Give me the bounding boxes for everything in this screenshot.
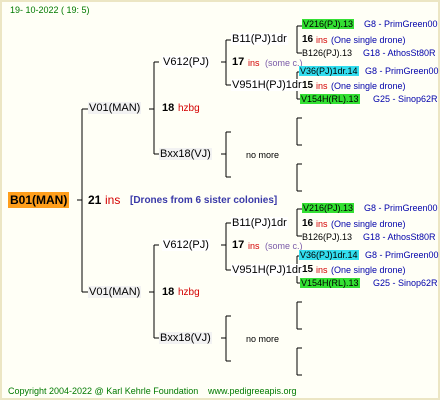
generated-date: 19- 10-2022 ( 19: 5) (10, 5, 90, 15)
footer-site-link[interactable]: www.pedigreeapis.org (208, 386, 297, 396)
top-gq-c1: V216(PJ).13 (302, 19, 355, 29)
bottom-drone-more: no more (246, 334, 280, 344)
top-gq-c2: B126(PJ).13 (302, 48, 353, 58)
root-count: 21 (88, 193, 102, 207)
top-gd-note: (One single drone) (331, 81, 406, 91)
bottom-queen-ins: ins (248, 241, 260, 251)
bottom-gd-ins: ins (316, 265, 328, 275)
bottom-gd-count: 15 (302, 264, 314, 275)
top-gq-node: B11(PJ)1dr (231, 33, 288, 45)
footer-copyright: Copyright 2004-2022 @ Karl Kehrle Founda… (8, 386, 199, 396)
top-gd-ins: ins (316, 81, 328, 91)
bottom-gd-note: (One single drone) (331, 265, 406, 275)
bottom-queen-count: 17 (232, 239, 245, 251)
bottom-queen-note: (some c.) (265, 241, 303, 251)
bottom-gq-node: B11(PJ)1dr (231, 217, 288, 229)
bottom-gd-c2-ref: G25 - Sinop62R (373, 278, 438, 288)
top-gd-c1: V36(PJ)1dr.14 (299, 66, 359, 76)
bottom-gq-note: (One single drone) (331, 219, 406, 229)
top-drone-node: Bxx18(VJ) (159, 148, 212, 160)
bottom-gq-count: 16 (302, 218, 314, 229)
bottom-gd-c1: V36(PJ)1dr.14 (299, 250, 359, 260)
top-queen-count: 17 (232, 56, 245, 68)
bottom-drone-node: Bxx18(VJ) (159, 332, 212, 344)
top-queen-node: V612(PJ) (162, 56, 210, 68)
top-drone-more: no more (246, 150, 280, 160)
top-gq-count: 16 (302, 34, 314, 45)
top-gd-node: V951H(PJ)1dr (231, 79, 303, 91)
bottom-gd-c1-ref: G8 - PrimGreen00 (365, 250, 439, 260)
bottom-gq-c1-ref: G8 - PrimGreen00 (364, 203, 438, 213)
bottom-gq-c2: B126(PJ).13 (302, 232, 353, 242)
top-parent-tag: hzbg (178, 103, 200, 114)
root-note: [Drones from 6 sister colonies] (130, 195, 278, 206)
bottom-gd-node: V951H(PJ)1dr (231, 264, 303, 276)
top-gd-count: 15 (302, 80, 314, 91)
bottom-gq-ins: ins (316, 219, 328, 229)
root-ins: ins (105, 193, 121, 207)
top-gq-c1-ref: G8 - PrimGreen00 (364, 19, 438, 29)
top-gq-c2-ref: G18 - AthosSt80R (363, 48, 436, 58)
top-gd-c2: V154H(RL).13 (300, 94, 360, 104)
top-queen-ins: ins (248, 58, 260, 68)
top-gd-c2-ref: G25 - Sinop62R (373, 94, 438, 104)
top-parent-count: 18 (162, 102, 175, 114)
bottom-gq-c2-ref: G18 - AthosSt80R (363, 232, 436, 242)
bottom-gq-c1: V216(PJ).13 (302, 203, 355, 213)
pedigree-chart: 19- 10-2022 ( 19: 5) B01(MAN) 21 ins [Dr… (0, 0, 440, 400)
bottom-queen-node: V612(PJ) (162, 239, 210, 251)
bottom-parent-count: 18 (162, 286, 175, 298)
top-parent-node: V01(MAN) (88, 102, 142, 114)
top-gq-note: (One single drone) (331, 35, 406, 45)
top-gd-c1-ref: G8 - PrimGreen00 (365, 66, 439, 76)
top-queen-note: (some c.) (265, 58, 303, 68)
bottom-parent-tag: hzbg (178, 287, 200, 298)
top-gq-ins: ins (316, 35, 328, 45)
bottom-parent-node: V01(MAN) (88, 286, 142, 298)
bottom-gd-c2: V154H(RL).13 (300, 278, 360, 288)
root-node: B01(MAN) (8, 192, 70, 208)
